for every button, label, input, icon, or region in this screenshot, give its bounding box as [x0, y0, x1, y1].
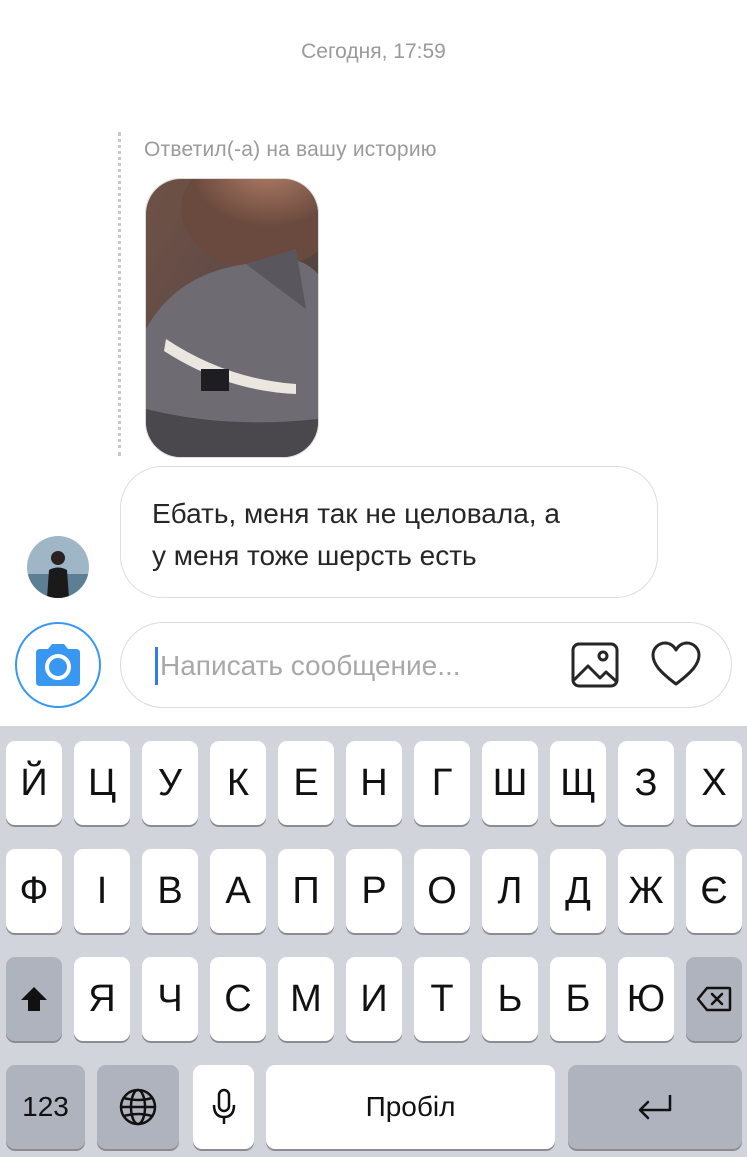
key[interactable]: В	[142, 849, 198, 933]
story-reply-label: Ответил(-а) на вашу историю	[144, 138, 437, 161]
globe-icon	[119, 1088, 157, 1126]
key[interactable]: Д	[550, 849, 606, 933]
shift-icon	[21, 987, 47, 1011]
key[interactable]: Ц	[74, 741, 130, 825]
numbers-key[interactable]: 123	[6, 1065, 85, 1149]
camera-button[interactable]	[15, 622, 101, 708]
key[interactable]: М	[278, 957, 334, 1041]
reply-divider	[118, 132, 121, 456]
key[interactable]: Г	[414, 741, 470, 825]
key[interactable]: Б	[550, 957, 606, 1041]
key[interactable]: Х	[686, 741, 742, 825]
key[interactable]: С	[210, 957, 266, 1041]
key[interactable]: Щ	[550, 741, 606, 825]
microphone-key[interactable]	[193, 1065, 254, 1149]
backspace-key[interactable]	[686, 957, 742, 1041]
message-input[interactable]	[160, 646, 550, 686]
message-line: у меня тоже шерсть есть	[152, 540, 477, 571]
microphone-icon	[212, 1088, 235, 1124]
text-cursor	[155, 647, 158, 685]
key[interactable]: К	[210, 741, 266, 825]
message-bubble: Ебать, меня так не целовала, а у меня то…	[120, 466, 658, 598]
key[interactable]: А	[210, 849, 266, 933]
key[interactable]: Ю	[618, 957, 674, 1041]
key[interactable]: Е	[278, 741, 334, 825]
key[interactable]: Ф	[6, 849, 62, 933]
avatar[interactable]	[27, 536, 89, 598]
key[interactable]: Н	[346, 741, 402, 825]
globe-key[interactable]	[97, 1065, 179, 1149]
gallery-icon	[571, 642, 619, 688]
key[interactable]: Ж	[618, 849, 674, 933]
like-button[interactable]	[650, 640, 702, 690]
message-line: Ебать, меня так не целовала, а	[152, 498, 560, 529]
key[interactable]: Р	[346, 849, 402, 933]
chat-timestamp: Сегодня, 17:59	[301, 40, 446, 63]
space-key[interactable]: Пробіл	[266, 1065, 555, 1149]
key[interactable]: Ч	[142, 957, 198, 1041]
backspace-icon	[696, 986, 732, 1012]
key[interactable]: О	[414, 849, 470, 933]
key[interactable]: У	[142, 741, 198, 825]
key[interactable]: П	[278, 849, 334, 933]
key[interactable]: Я	[74, 957, 130, 1041]
key[interactable]: Т	[414, 957, 470, 1041]
key[interactable]: Й	[6, 741, 62, 825]
camera-icon	[36, 644, 80, 686]
key[interactable]: Ш	[482, 741, 538, 825]
key[interactable]: З	[618, 741, 674, 825]
return-icon	[638, 1095, 672, 1120]
key[interactable]: Є	[686, 849, 742, 933]
return-key[interactable]	[568, 1065, 742, 1149]
key[interactable]: Л	[482, 849, 538, 933]
heart-icon	[651, 641, 701, 686]
gallery-button[interactable]	[570, 640, 622, 690]
keyboard: Й Ц У К Е Н Г Ш Щ З Х Ф І В А П Р О Л Д …	[0, 726, 747, 1157]
shift-key[interactable]	[6, 957, 62, 1041]
story-thumbnail[interactable]	[145, 178, 319, 458]
key[interactable]: И	[346, 957, 402, 1041]
key[interactable]: І	[74, 849, 130, 933]
key[interactable]: Ь	[482, 957, 538, 1041]
